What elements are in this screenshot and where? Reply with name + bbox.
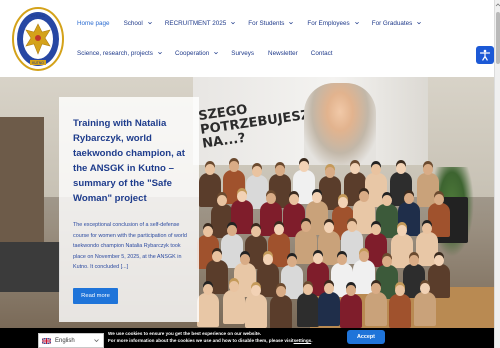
nav-item-recruitment-2025[interactable]: RECRUITMENT 2025 <box>164 19 236 27</box>
chevron-down-icon <box>231 21 236 25</box>
crowd-person-head <box>433 193 444 205</box>
cookie-settings-link[interactable]: settings <box>294 338 312 343</box>
crowd-person-head <box>419 283 430 295</box>
nav-item-cooperation[interactable]: Cooperation <box>174 49 219 57</box>
scrollbar-thumb[interactable] <box>496 12 500 64</box>
accept-cookies-button[interactable]: Accept <box>347 330 385 344</box>
crowd-person-body <box>317 292 340 327</box>
news-slide-title[interactable]: Training with Natalia Rybarczyk, world t… <box>73 116 191 206</box>
chevron-down-icon <box>147 21 152 25</box>
crowd-person-body <box>297 293 320 328</box>
accessibility-button[interactable] <box>476 46 494 64</box>
nav-item-label: RECRUITMENT 2025 <box>164 19 227 27</box>
nav-item-label: Surveys <box>231 49 255 57</box>
crowd-person-head <box>421 222 432 234</box>
crowd-person-head <box>370 223 381 235</box>
crowd-person-head <box>324 166 335 178</box>
chevron-down-icon <box>289 21 294 25</box>
chevron-down-icon <box>214 51 219 55</box>
cookie-consent-text: We use cookies to ensure you get the bes… <box>108 330 348 344</box>
crowd-person-body <box>340 294 363 328</box>
nav-item-label: Contact <box>310 49 333 57</box>
crowd-person-body <box>270 294 293 328</box>
cookie-consent-line-2-prefix: For more information about the cookies w… <box>108 338 294 343</box>
nav-item-label: Science, research, projects <box>77 49 153 57</box>
crowd-person-body <box>388 294 411 328</box>
nav-item-newsletter[interactable]: Newsletter <box>268 50 298 57</box>
crowd-person-head <box>265 192 276 204</box>
uk-flag-icon <box>42 337 51 344</box>
nav-item-label: School <box>123 19 143 27</box>
hero-cabinet <box>0 242 60 292</box>
nav-item-label: For Graduates <box>371 19 413 27</box>
crowd-person-head <box>350 162 361 174</box>
main-nav-row-2: Science, research, projects Cooperation Su… <box>77 45 332 61</box>
cookie-consent-line-2: For more information about the cookies w… <box>108 337 348 344</box>
nav-item-home-page[interactable]: Home page <box>77 20 110 27</box>
crowd-person-head <box>346 221 357 232</box>
crowd-person-head <box>236 191 247 203</box>
chevron-down-icon <box>354 21 359 25</box>
main-nav-row-1: Home page School RECRUITMENT 2025 For Stude… <box>77 15 422 31</box>
cookie-consent-line-2-suffix: . <box>311 338 313 343</box>
crowd-person-body <box>197 293 220 328</box>
hero-group-photo <box>196 143 450 328</box>
nav-item-label: Newsletter <box>268 49 298 57</box>
hero-door <box>0 117 44 257</box>
crowd-person-head <box>202 225 213 237</box>
crowd-person-body <box>364 292 387 327</box>
crowd-person-head <box>323 283 334 295</box>
crowd-person-head <box>216 194 227 206</box>
nav-item-science-research-projects[interactable]: Science, research, projects <box>77 50 162 57</box>
news-slide-excerpt: The exceptional conclusion of a self-def… <box>73 222 187 271</box>
nav-item-label: For Students <box>248 19 285 27</box>
crowd-person-head <box>337 196 348 208</box>
read-more-button[interactable]: Read more <box>73 288 118 304</box>
chevron-down-icon <box>158 51 162 55</box>
university-crest-icon[interactable]: KUTNO WYDZIAŁ <box>12 6 64 72</box>
crowd-person-head <box>289 193 300 205</box>
nav-item-for-graduates[interactable]: For Graduates <box>372 20 422 27</box>
accessibility-icon <box>479 49 491 61</box>
crowd-person-head <box>263 253 274 265</box>
crowd-person-head <box>239 253 250 265</box>
cookie-consent-line-1: We use cookies to ensure you get the bes… <box>108 331 262 336</box>
crowd-person-head <box>382 255 393 267</box>
page-scrollbar[interactable] <box>494 0 500 348</box>
nav-item-school[interactable]: School <box>124 20 152 27</box>
language-label: English <box>55 337 75 344</box>
nav-item-label: For Employees <box>307 19 350 27</box>
nav-item-for-employees[interactable]: For Employees <box>307 19 359 27</box>
nav-item-contact[interactable]: Contact <box>311 50 333 57</box>
crowd-person-head <box>251 165 262 177</box>
nav-item-label: Cooperation <box>174 49 210 57</box>
site-header: KUTNO WYDZIAŁ Home page School RECRUITMENT… <box>0 0 494 77</box>
scroll-up-icon[interactable] <box>495 2 500 8</box>
chevron-down-icon <box>417 21 422 25</box>
language-switcher[interactable]: English <box>38 333 104 348</box>
crowd-person-head <box>370 283 381 295</box>
crowd-person-body <box>413 292 436 327</box>
chevron-down-icon <box>94 339 99 343</box>
crowd-person-body <box>245 294 268 328</box>
news-slide-card: Training with Natalia Rybarczyk, world t… <box>59 97 199 322</box>
crowd-person-body <box>223 290 246 325</box>
nav-item-for-students[interactable]: For Students <box>248 19 294 27</box>
nav-item-label: Home page <box>77 19 110 27</box>
nav-item-surveys[interactable]: Surveys <box>231 50 254 57</box>
logo-bottom-text: KUTNO <box>32 61 44 65</box>
crowd-person-head <box>433 254 444 266</box>
logo-top-text: WYDZIAŁ <box>30 14 45 18</box>
